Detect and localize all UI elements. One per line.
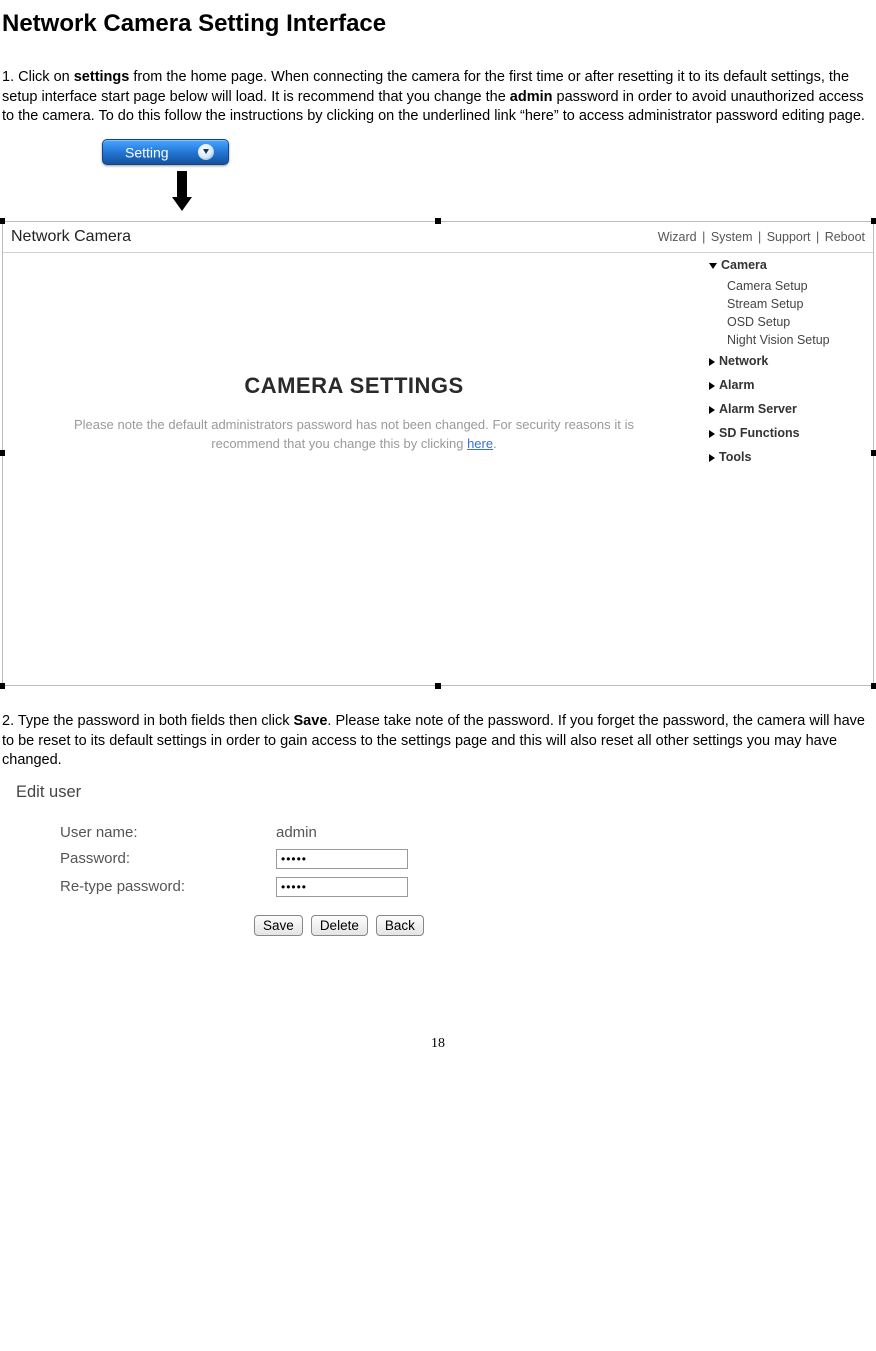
password-row: Password: xyxy=(16,849,556,869)
username-label: User name: xyxy=(16,824,276,841)
chevron-right-icon xyxy=(709,358,715,366)
selection-handle xyxy=(0,450,5,456)
password-field[interactable] xyxy=(276,849,408,869)
link-support[interactable]: Support xyxy=(765,230,813,244)
sidebar-item-label: SD Functions xyxy=(719,426,800,440)
retype-password-field[interactable] xyxy=(276,877,408,897)
back-button[interactable]: Back xyxy=(376,915,424,936)
sidebar-item-sd-functions[interactable]: SD Functions xyxy=(705,421,873,445)
password-label: Password: xyxy=(16,850,276,867)
selection-handle xyxy=(871,218,876,224)
chevron-down-icon xyxy=(709,263,717,269)
link-system[interactable]: System xyxy=(709,230,755,244)
top-links: Wizard | System | Support | Reboot xyxy=(656,230,867,244)
selection-handle xyxy=(871,683,876,689)
sidebar-item-tools[interactable]: Tools xyxy=(705,445,873,469)
sidebar-sub-stream-setup[interactable]: Stream Setup xyxy=(705,295,873,313)
sidebar-item-camera[interactable]: Camera xyxy=(705,253,873,277)
save-button[interactable]: Save xyxy=(254,915,303,936)
edit-user-heading: Edit user xyxy=(16,783,556,802)
chevron-right-icon xyxy=(709,454,715,462)
camera-settings-screenshot: Network Camera Wizard | System | Support… xyxy=(2,221,874,686)
chevron-right-icon xyxy=(709,406,715,414)
paragraph-2: 2. Type the password in both fields then… xyxy=(2,712,874,771)
username-value: admin xyxy=(276,824,317,841)
chevron-down-icon xyxy=(198,144,214,160)
settings-word: settings xyxy=(74,69,130,85)
setting-button-illustration: Setting xyxy=(102,139,874,211)
sidebar-sub-camera-setup[interactable]: Camera Setup xyxy=(705,277,873,295)
selection-handle xyxy=(0,683,5,689)
retype-password-label: Re-type password: xyxy=(16,878,276,895)
text: 1. Click on xyxy=(2,69,74,85)
admin-word: admin xyxy=(510,89,553,105)
text: Please note the default administrators p… xyxy=(74,417,634,452)
setting-button[interactable]: Setting xyxy=(102,139,229,165)
paragraph-1: 1. Click on settings from the home page.… xyxy=(2,68,874,127)
page-title: Network Camera Setting Interface xyxy=(2,10,874,38)
panel-main: CAMERA SETTINGS Please note the default … xyxy=(3,253,705,685)
sidebar-sub-night-vision-setup[interactable]: Night Vision Setup xyxy=(705,331,873,349)
sidebar-item-alarm[interactable]: Alarm xyxy=(705,373,873,397)
chevron-right-icon xyxy=(709,430,715,438)
setting-button-label: Setting xyxy=(125,144,169,160)
sidebar-item-label: Camera xyxy=(721,258,767,272)
link-wizard[interactable]: Wizard xyxy=(656,230,699,244)
username-row: User name: admin xyxy=(16,824,556,841)
chevron-right-icon xyxy=(709,382,715,390)
down-arrow-icon xyxy=(172,171,874,211)
sidebar-sub-osd-setup[interactable]: OSD Setup xyxy=(705,313,873,331)
sidebar-item-network[interactable]: Network xyxy=(705,349,873,373)
camera-settings-heading: CAMERA SETTINGS xyxy=(27,373,681,399)
page-number: 18 xyxy=(2,1036,874,1052)
sidebar-item-label: Alarm xyxy=(719,378,754,392)
selection-handle xyxy=(435,218,441,224)
edit-user-form: Edit user User name: admin Password: Re-… xyxy=(16,783,556,936)
sidebar-item-alarm-server[interactable]: Alarm Server xyxy=(705,397,873,421)
sidebar-item-label: Network xyxy=(719,354,768,368)
form-button-row: Save Delete Back xyxy=(254,915,556,936)
selection-handle xyxy=(435,683,441,689)
link-reboot[interactable]: Reboot xyxy=(823,230,867,244)
camera-settings-note: Please note the default administrators p… xyxy=(74,415,634,454)
panel-topbar: Network Camera Wizard | System | Support… xyxy=(3,222,873,253)
sidebar-item-label: Alarm Server xyxy=(719,402,797,416)
sidebar-item-label: Tools xyxy=(719,450,751,464)
save-word: Save xyxy=(294,713,328,729)
text: 2. Type the password in both fields then… xyxy=(2,713,294,729)
brand-label: Network Camera xyxy=(11,228,131,246)
delete-button[interactable]: Delete xyxy=(311,915,368,936)
selection-handle xyxy=(871,450,876,456)
here-link[interactable]: here xyxy=(467,436,493,451)
text: . xyxy=(493,436,497,451)
selection-handle xyxy=(0,218,5,224)
sidebar: Camera Camera Setup Stream Setup OSD Set… xyxy=(705,253,873,685)
retype-password-row: Re-type password: xyxy=(16,877,556,897)
